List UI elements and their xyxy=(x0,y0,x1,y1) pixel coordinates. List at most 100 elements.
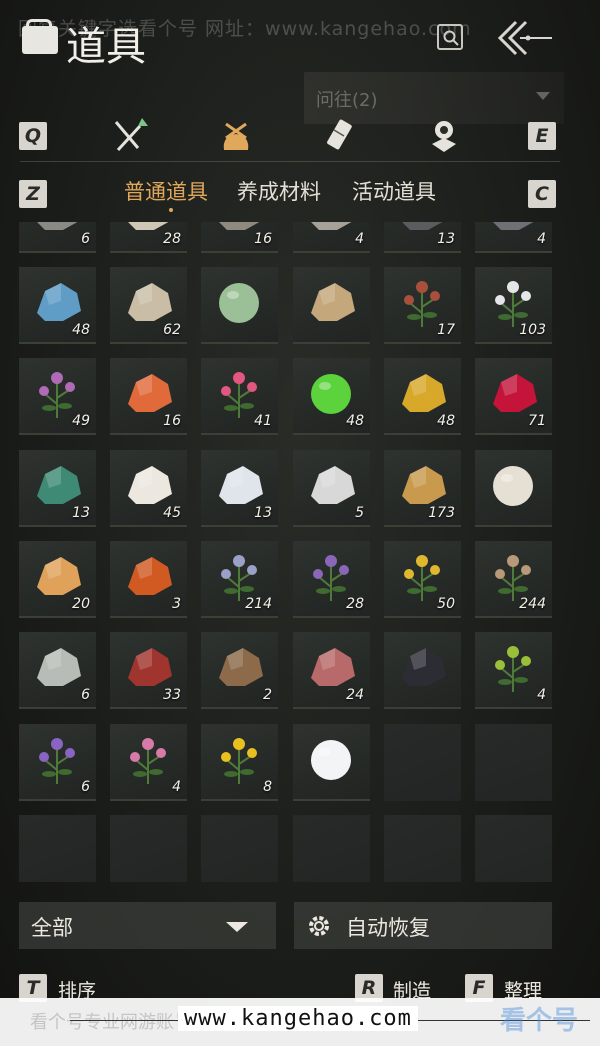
item-count: 6 xyxy=(81,687,90,703)
inventory-slot[interactable]: 8 xyxy=(201,724,278,801)
item-count: 103 xyxy=(519,322,546,338)
blue-crystal-icon xyxy=(27,273,88,329)
item-count: 48 xyxy=(346,413,364,429)
inventory-slot[interactable] xyxy=(293,724,370,801)
subtab-materials[interactable]: 养成材料 xyxy=(237,176,321,206)
pink-blossom-icon xyxy=(118,730,179,786)
inventory-slot[interactable]: 5 xyxy=(293,450,370,527)
inventory-slot[interactable]: 2 xyxy=(201,632,278,709)
empty-slot[interactable] xyxy=(384,815,461,882)
item-count: 62 xyxy=(163,322,181,338)
tab-documents[interactable] xyxy=(322,116,362,156)
item-count: 71 xyxy=(528,413,546,429)
inventory-slot[interactable]: 4 xyxy=(475,632,552,709)
item-count: 16 xyxy=(163,413,181,429)
pink-flower-icon xyxy=(209,364,270,420)
search-icon[interactable] xyxy=(437,24,463,50)
tab-items[interactable] xyxy=(216,116,256,156)
key-q-hint[interactable]: Q xyxy=(19,122,47,150)
empty-slot[interactable] xyxy=(384,724,461,801)
yellow-blossom-icon xyxy=(209,730,270,786)
wine-jar-icon xyxy=(118,638,179,694)
inventory-slot[interactable]: 16 xyxy=(201,222,278,253)
filter-label: 全部 xyxy=(31,916,73,940)
item-count: 4 xyxy=(355,231,364,247)
inventory-slot[interactable]: 6 xyxy=(19,632,96,709)
scroll-icon xyxy=(327,119,352,150)
inventory-slot[interactable]: 33 xyxy=(110,632,187,709)
yellow-herb-icon xyxy=(392,547,453,603)
inventory-slot[interactable]: 49 xyxy=(19,358,96,435)
inventory-slot[interactable]: 173 xyxy=(384,450,461,527)
inventory-slot[interactable]: 28 xyxy=(293,541,370,618)
tab-tokens[interactable] xyxy=(424,116,464,156)
watermark-url: www.kangehao.com xyxy=(178,1006,418,1031)
purple-clover-icon xyxy=(27,364,88,420)
inventory-slot[interactable]: 71 xyxy=(475,358,552,435)
empty-slot[interactable] xyxy=(19,815,96,882)
item-count: 24 xyxy=(346,687,364,703)
feather-icon xyxy=(301,456,362,512)
inventory-slot[interactable] xyxy=(201,267,278,344)
ginseng-icon xyxy=(483,547,544,603)
inventory-slot[interactable]: 4 xyxy=(293,222,370,253)
inventory-slot[interactable]: 103 xyxy=(475,267,552,344)
white-mushroom-icon xyxy=(118,456,179,512)
inventory-slot[interactable] xyxy=(293,267,370,344)
inventory-slot[interactable]: 4 xyxy=(110,724,187,801)
inventory-slot[interactable]: 3 xyxy=(110,541,187,618)
inventory-slot[interactable]: 41 xyxy=(201,358,278,435)
inventory-slot[interactable]: 16 xyxy=(110,358,187,435)
empty-slot[interactable] xyxy=(293,815,370,882)
jar-icon xyxy=(209,456,270,512)
item-count: 6 xyxy=(81,231,90,247)
inventory-slot[interactable]: 28 xyxy=(110,222,187,253)
subtab-common-items[interactable]: 普通道具 xyxy=(124,176,208,206)
subtab-event-items[interactable]: 活动道具 xyxy=(352,176,436,206)
inventory-slot[interactable]: 50 xyxy=(384,541,461,618)
auto-recover-button[interactable]: 自动恢复 xyxy=(294,902,552,949)
item-count: 6 xyxy=(81,779,90,795)
item-count: 48 xyxy=(72,322,90,338)
item-count: 33 xyxy=(163,687,181,703)
key-c-hint[interactable]: C xyxy=(528,180,556,208)
inventory-slot[interactable]: 214 xyxy=(201,541,278,618)
inventory-slot[interactable]: 20 xyxy=(19,541,96,618)
chevron-down-icon xyxy=(536,92,550,100)
lavender-spike-icon xyxy=(301,547,362,603)
koi-fish-icon xyxy=(118,364,179,420)
empty-slot[interactable] xyxy=(475,724,552,801)
white-flower-icon xyxy=(483,273,544,329)
empty-slot[interactable] xyxy=(475,815,552,882)
empty-slot[interactable] xyxy=(201,815,278,882)
inventory-slot[interactable] xyxy=(384,632,461,709)
inventory-slot[interactable]: 4 xyxy=(475,222,552,253)
inventory-slot[interactable]: 24 xyxy=(293,632,370,709)
key-z-hint[interactable]: Z xyxy=(19,180,47,208)
inventory-slot[interactable]: 17 xyxy=(384,267,461,344)
filter-dropdown[interactable]: 全部 xyxy=(19,902,276,949)
inventory-slot[interactable]: 6 xyxy=(19,222,96,253)
inventory-slot[interactable] xyxy=(475,450,552,527)
inventory-slot[interactable]: 62 xyxy=(110,267,187,344)
inventory-slot[interactable]: 45 xyxy=(110,450,187,527)
orange-stone-icon xyxy=(118,547,179,603)
inventory-slot[interactable]: 13 xyxy=(384,222,461,253)
tab-equipment[interactable] xyxy=(110,116,150,156)
inventory-slot[interactable]: 48 xyxy=(19,267,96,344)
gold-ingot-icon xyxy=(392,456,453,512)
inventory-slot[interactable]: 48 xyxy=(293,358,370,435)
header: 道具 xyxy=(0,0,600,70)
key-e-hint[interactable]: E xyxy=(528,122,556,150)
inventory-slot[interactable]: 13 xyxy=(19,450,96,527)
item-count: 49 xyxy=(72,413,90,429)
inventory-slot[interactable]: 13 xyxy=(201,450,278,527)
item-count: 13 xyxy=(72,505,90,521)
inventory-slot[interactable]: 48 xyxy=(384,358,461,435)
back-arrows-icon[interactable] xyxy=(494,18,554,58)
empty-slot[interactable] xyxy=(110,815,187,882)
inventory-slot[interactable]: 6 xyxy=(19,724,96,801)
inventory-slot[interactable]: 244 xyxy=(475,541,552,618)
category-divider xyxy=(20,161,560,162)
rice-sacks-icon xyxy=(301,273,362,329)
